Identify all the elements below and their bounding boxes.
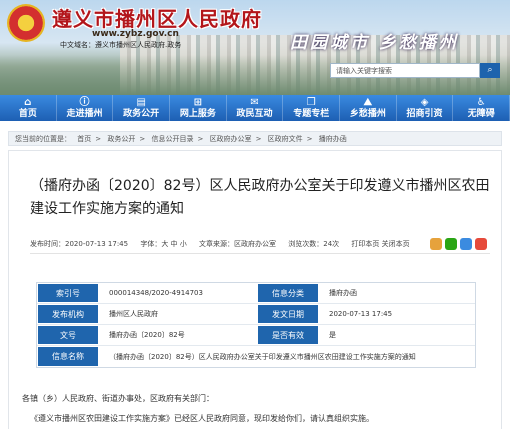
publish-date: 发布时间：2020-07-13 17:45: [30, 240, 129, 248]
info-value: 播府办函〔2020〕82号: [99, 325, 257, 345]
meta-divider: [30, 253, 490, 254]
article-title: （播府办函〔2020〕82号）区人民政府办公室关于印发遵义市播州区农田建设工作实…: [30, 178, 490, 217]
breadcrumb-item[interactable]: 区政府文件: [268, 135, 303, 143]
nav-label: 网上服务: [179, 108, 216, 119]
site-url: www.zybz.gov.cn: [92, 29, 179, 39]
share-qq-icon[interactable]: [460, 238, 472, 250]
nav-investment[interactable]: ◈ 招商引资: [397, 95, 454, 121]
info-value: 是: [319, 325, 475, 345]
breadcrumb-sep: >: [95, 135, 102, 143]
nav-online-service[interactable]: ⊞ 网上服务: [170, 95, 227, 121]
nav-accessibility[interactable]: ♿ 无障碍: [453, 95, 510, 121]
nav-label: 专题专栏: [293, 108, 330, 119]
nav-label: 乡愁播州: [349, 108, 386, 119]
breadcrumb-sep: >: [306, 135, 313, 143]
info-icon: ⓘ: [79, 96, 90, 108]
nav-nostalgia[interactable]: ⛰ 乡愁播州: [340, 95, 397, 121]
nav-label: 政民互动: [236, 108, 273, 119]
info-label: 索引号: [37, 283, 99, 303]
breadcrumb-item[interactable]: 首页: [77, 135, 91, 143]
info-value: 2020-07-13 17:45: [319, 304, 475, 324]
nav-special-column[interactable]: ❒ 专题专栏: [283, 95, 341, 121]
info-label: 信息分类: [257, 283, 319, 303]
service-icon: ⊞: [193, 96, 203, 108]
landscape-icon: ⛰: [363, 96, 373, 108]
site-banner: 遵义市播州区人民政府 www.zybz.gov.cn 中文域名：遵义市播州区人民…: [0, 0, 510, 95]
info-value: 000014348/2020-4914703: [99, 283, 257, 303]
info-label: 发文日期: [257, 304, 319, 324]
breadcrumb-sep: >: [197, 135, 204, 143]
site-title[interactable]: 遵义市播州区人民政府: [52, 3, 262, 32]
info-label: 发布机构: [37, 304, 99, 324]
site-slogan: 田园城市 乡愁播州: [290, 33, 459, 53]
breadcrumb-item[interactable]: 区政府办公室: [210, 135, 252, 143]
breadcrumb-item[interactable]: 播府办函: [319, 135, 347, 143]
article-meta: 发布时间：2020-07-13 17:45 字体：大 中 小 文章来源：区政府办…: [30, 240, 470, 249]
national-emblem-icon: [7, 4, 45, 42]
nav-label: 走进播州: [66, 108, 103, 119]
info-row: 索引号 000014348/2020-4914703 信息分类 播府办函: [37, 283, 475, 304]
share-qzone-icon[interactable]: [430, 238, 442, 250]
info-value: 播府办函: [319, 283, 475, 303]
nav-label: 无障碍: [467, 108, 495, 119]
breadcrumb-sep: >: [139, 135, 146, 143]
breadcrumb-item[interactable]: 信息公开目录: [151, 135, 193, 143]
info-value: （播府办函〔2020〕82号）区人民政府办公室关于印发遵义市播州区农田建设工作实…: [99, 346, 475, 367]
article-paragraph: 《遵义市播州区农田建设工作实施方案》已经区人民政府同意，现印发给你们，请认真组织…: [30, 414, 374, 423]
info-row: 信息名称 （播府办函〔2020〕82号）区人民政府办公室关于印发遵义市播州区农田…: [37, 346, 475, 367]
info-label: 是否有效: [257, 325, 319, 345]
search-icon: ⌕: [487, 65, 493, 75]
info-row: 发布机构 播州区人民政府 发文日期 2020-07-13 17:45: [37, 304, 475, 325]
access-icon: ♿: [476, 96, 486, 108]
share-weibo-icon[interactable]: [475, 238, 487, 250]
breadcrumb-prefix: 您当前的位置是：: [15, 135, 71, 143]
article-source: 文章来源：区政府办公室: [199, 240, 277, 248]
font-size-switch[interactable]: 字体：大 中 小: [140, 240, 186, 248]
info-label: 信息名称: [37, 346, 99, 367]
nav-home[interactable]: ⌂ 首页: [0, 95, 57, 121]
breadcrumb-sep: >: [255, 135, 262, 143]
main-nav: ⌂ 首页 ⓘ 走进播州 ▤ 政务公开 ⊞ 网上服务 ✉ 政民互动 ❒ 专题专栏 ⛰ 乡愁播州 …: [0, 95, 510, 121]
site-chinese-domain: 中文域名：遵义市播州区人民政府.政务: [60, 41, 182, 49]
nav-label: 首页: [18, 108, 37, 119]
column-icon: ❒: [306, 96, 316, 108]
info-value: 播州区人民政府: [99, 304, 257, 324]
chat-icon: ✉: [250, 96, 259, 108]
breadcrumb-item[interactable]: 政务公开: [107, 135, 135, 143]
nav-label: 政务公开: [123, 108, 160, 119]
nav-label: 招商引资: [406, 108, 443, 119]
nav-interaction[interactable]: ✉ 政民互动: [227, 95, 284, 121]
info-label: 文号: [37, 325, 99, 345]
invest-icon: ◈: [420, 96, 429, 108]
print-close-links[interactable]: 打印本页 关闭本页: [351, 240, 409, 248]
breadcrumb: 您当前的位置是： 首页 > 政务公开 > 信息公开目录 > 区政府办公室 > 区政府文件…: [8, 131, 502, 146]
view-count: 浏览次数：24次: [288, 240, 340, 248]
search-button[interactable]: ⌕: [480, 63, 500, 78]
info-row: 文号 播府办函〔2020〕82号 是否有效 是: [37, 325, 475, 346]
info-table: 索引号 000014348/2020-4914703 信息分类 播府办函 发布机…: [36, 282, 476, 368]
home-icon: ⌂: [24, 96, 32, 108]
nav-about[interactable]: ⓘ 走进播州: [57, 95, 114, 121]
article-salutation: 各镇（乡）人民政府、街道办事处，区政府有关部门：: [22, 394, 214, 403]
search-input[interactable]: 请输入关键字搜索: [330, 63, 480, 78]
share-wechat-icon[interactable]: [445, 238, 457, 250]
nav-gov-affairs[interactable]: ▤ 政务公开: [113, 95, 171, 121]
doc-icon: ▤: [136, 96, 146, 108]
